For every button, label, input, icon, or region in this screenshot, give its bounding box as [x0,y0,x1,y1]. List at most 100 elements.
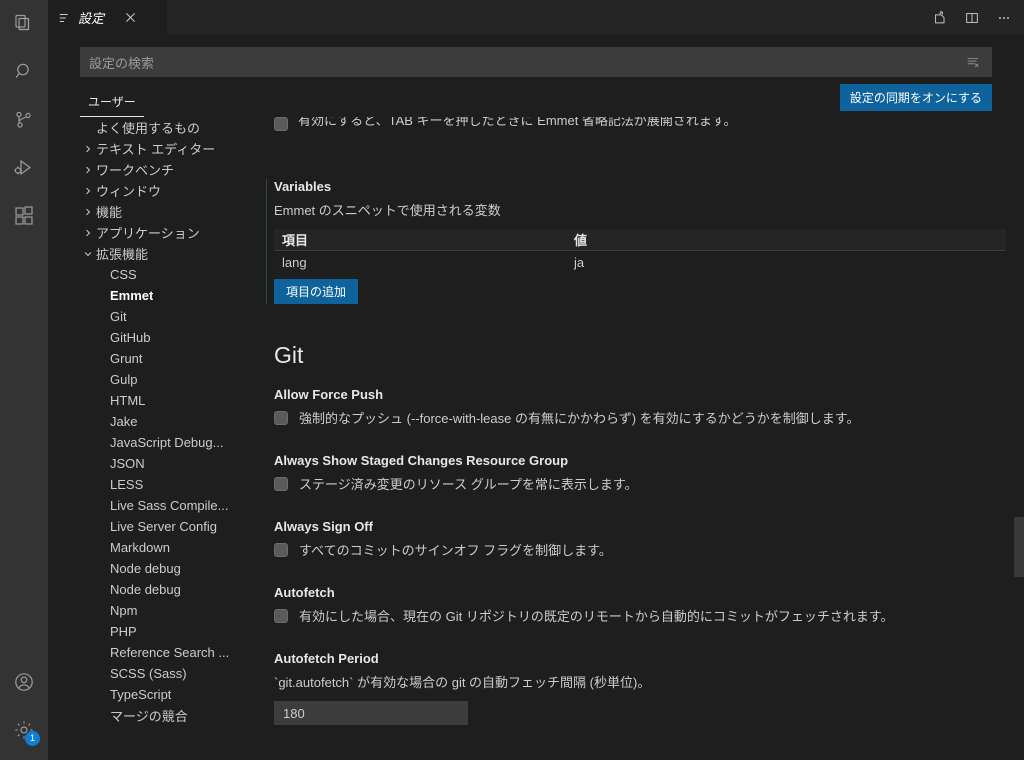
setting-control-row: 強制的なプッシュ (--force-with-lease の有無にかかわらず) … [274,408,1000,427]
setting-control-row: 有効にした場合、現在の Git リポジトリの既定のリモートから自動的にコミットが… [274,606,1000,625]
ellipsis-icon[interactable] [994,8,1014,28]
toc-item-json[interactable]: JSON [80,453,258,474]
add-item-button[interactable]: 項目の追加 [274,279,359,304]
toc-item-label: Git [110,309,127,324]
toc-item-[interactable]: ウィンドウ [80,180,258,201]
editor-area: 設定 設定の検索 ユーザー 設定の同期をオンにする よく使用するもの テキスト … [48,0,1024,760]
activity-bar: 1 [0,0,48,760]
toc-item-markdown[interactable]: Markdown [80,537,258,558]
setting-control-row: すべてのコミットのサインオフ フラグを制御します。 [274,540,1000,559]
checkbox[interactable] [274,117,288,131]
toc-item-[interactable]: アプリケーション [80,222,258,243]
account-icon [12,670,36,694]
toc-item-emmet[interactable]: Emmet [80,285,258,306]
activitybar-item-search[interactable] [0,48,48,96]
toc-item-php[interactable]: PHP [80,621,258,642]
toc-item-label: PHP [110,624,137,639]
split-editor-icon[interactable] [962,8,982,28]
setting-description: 有効にすると、TAB キーを押したときに Emmet 省略記法が展開されます。 [298,117,737,128]
activitybar-item-run-and-debug[interactable] [0,144,48,192]
toc-item-label: Grunt [110,351,143,366]
tab-user[interactable]: ユーザー [80,93,144,117]
toc-item-label: 拡張機能 [96,247,149,262]
setting-always-sign-off: Always Sign Off すべてのコミットのサインオフ フラグを制御します… [266,519,1000,559]
toc-item-html[interactable]: HTML [80,390,258,411]
activitybar-item-accounts[interactable] [0,658,48,706]
setting-description: Emmet のスニペットで使用される変数 [274,203,501,218]
files-icon [12,12,36,36]
settings-content[interactable]: 有効にすると、TAB キーを押したときに Emmet 省略記法が展開されます。 … [258,117,1024,760]
toc-item-[interactable]: よく使用するもの [80,117,258,138]
toc-item-scss-sass[interactable]: SCSS (Sass) [80,663,258,684]
toc-item-label: TypeScript [110,687,172,702]
toc-item-git[interactable]: Git [80,306,258,327]
chevron-down-icon[interactable] [80,249,96,259]
table-row[interactable]: lang ja [274,251,1006,274]
activitybar-item-manage[interactable]: 1 [0,706,48,754]
checkbox[interactable] [274,608,288,623]
toc-item-node-debug[interactable]: Node debug [80,558,258,579]
activitybar-item-explorer[interactable] [0,0,48,48]
toc-item-node-debug[interactable]: Node debug [80,579,258,600]
setting-title: Allow Force Push [274,387,384,402]
toc-item-[interactable]: マージの競合 [80,705,258,726]
toc-item-[interactable]: ワークベンチ [80,159,258,180]
activitybar-item-extensions[interactable] [0,192,48,240]
tab-settings[interactable]: 設定 [48,0,168,35]
activitybar-item-source-control[interactable] [0,96,48,144]
toc-item-[interactable]: 機能 [80,201,258,222]
toc-item-label: Emmet [110,288,154,303]
chevron-right-icon[interactable] [80,186,96,196]
toc-item-github[interactable]: GitHub [80,327,258,348]
vscode-window: 1 設定 設定の検索 ユーザー 設定の同期をオンにする よく使用するもの テキス… [0,0,1024,760]
manage-badge: 1 [25,731,40,746]
close-icon[interactable] [122,10,138,26]
search-input[interactable]: 設定の検索 [80,47,992,77]
toc-item-grunt[interactable]: Grunt [80,348,258,369]
toc-item-live-server-config[interactable]: Live Server Config [80,516,258,537]
toc-item-gulp[interactable]: Gulp [80,369,258,390]
setting-allow-force-push: Allow Force Push 強制的なプッシュ (--force-with-… [266,387,1000,427]
toc-item-[interactable]: テキスト エディター [80,138,258,159]
toc-list: よく使用するものテキスト エディター ワークベンチ ウィンドウ 機能 アプリケーション拡… [80,117,258,726]
checkbox[interactable] [274,542,288,557]
toc-item-less[interactable]: LESS [80,474,258,495]
setting-title: Always Sign Off [274,519,373,534]
toc-item-[interactable]: 拡張機能 [80,243,258,264]
toc-item-reference-search[interactable]: Reference Search ... [80,642,258,663]
search-row: 設定の検索 [80,47,992,77]
toc-item-label: Gulp [110,372,138,387]
toc-item-live-sass-compile[interactable]: Live Sass Compile... [80,495,258,516]
toc-item-css[interactable]: CSS [80,264,258,285]
toc-item-javascript-debug[interactable]: JavaScript Debug... [80,432,258,453]
toc-item-label: Node debug [110,561,181,576]
chevron-right-icon[interactable] [80,165,96,175]
chevron-right-icon[interactable] [80,207,96,217]
autofetch-period-input[interactable]: 180 [274,701,468,725]
chevron-right-icon[interactable] [80,228,96,238]
setting-always-show-staged-changes-resource-group: Always Show Staged Changes Resource Grou… [266,453,1000,493]
column-header-key: 項目 [282,233,309,248]
clear-filter-icon[interactable] [963,52,983,72]
toc-item-typescript[interactable]: TypeScript [80,684,258,705]
toc-item-jake[interactable]: Jake [80,411,258,432]
checkbox[interactable] [274,410,288,425]
column-header-value: 値 [574,233,588,248]
content-scrollbar[interactable] [1014,517,1024,577]
turn-on-settings-sync-button[interactable]: 設定の同期をオンにする [839,84,992,111]
toc-item-label: Npm [110,603,138,618]
setting-control-row: ステージ済み変更のリソース グループを常に表示します。 [274,474,1000,493]
open-file-icon[interactable] [930,8,950,28]
toc-item-label: Jake [110,414,138,429]
tab-label: 設定 [78,11,105,26]
setting-description: `git.autofetch` が有効な場合の git の自動フェッチ間隔 (秒… [274,675,651,690]
source-control-icon [12,108,36,132]
toc-item-label: Live Server Config [110,519,217,534]
checkbox[interactable] [274,476,288,491]
toc-item-npm[interactable]: Npm [80,600,258,621]
chevron-right-icon[interactable] [80,144,96,154]
toc-item-label: よく使用するもの [96,121,201,136]
toc-item-label: マージの競合 [110,709,188,724]
settings-toc[interactable]: よく使用するものテキスト エディター ワークベンチ ウィンドウ 機能 アプリケーション拡… [48,117,258,760]
section-heading-git: Git [274,342,304,368]
